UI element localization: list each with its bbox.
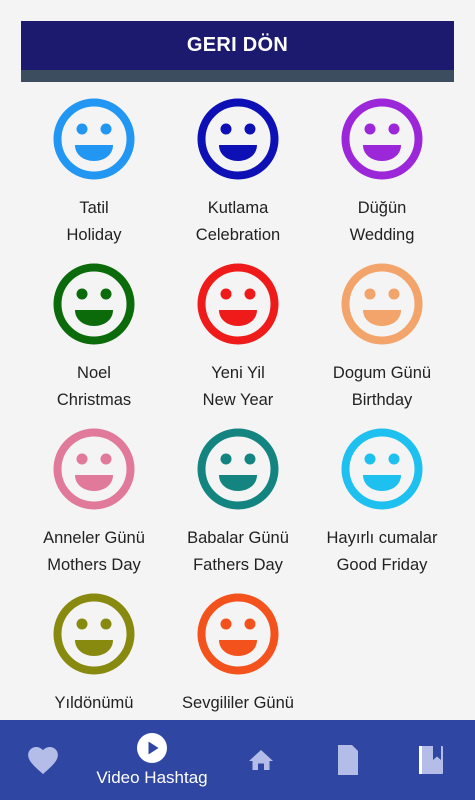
- category-item[interactable]: Noel Christmas: [21, 262, 169, 414]
- nav-page[interactable]: [330, 720, 364, 800]
- item-subtitle: Holiday: [66, 226, 122, 244]
- smiley-icon: [197, 263, 279, 345]
- item-subtitle: Mothers Day: [47, 556, 141, 574]
- item-title: Anneler Günü: [43, 529, 145, 547]
- category-item[interactable]: Kutlama Celebration: [163, 97, 313, 249]
- item-title: Düğün: [357, 199, 407, 217]
- item-title: Yeni Yil: [211, 364, 265, 382]
- bottom-navigation: Video Hashtag: [0, 720, 475, 800]
- category-item[interactable]: Düğün Wedding: [307, 97, 454, 249]
- category-item[interactable]: Babalar Günü Fathers Day: [163, 427, 313, 579]
- category-item[interactable]: Yeni Yil New Year: [163, 262, 313, 414]
- smiley-icon: [341, 98, 423, 180]
- item-title: Tatil: [79, 199, 109, 217]
- category-item[interactable]: Tatil Holiday: [21, 97, 169, 249]
- heart-icon: [28, 746, 58, 775]
- item-title: Dogum Günü: [332, 364, 432, 382]
- category-item[interactable]: Dogum Günü Birthday: [307, 262, 454, 414]
- smiley-icon: [53, 263, 135, 345]
- category-item[interactable]: Anneler Günü Mothers Day: [21, 427, 169, 579]
- item-title: Noel: [77, 364, 111, 382]
- item-subtitle: Birthday: [351, 391, 413, 409]
- item-subtitle: Celebration: [195, 226, 281, 244]
- item-subtitle: Wedding: [349, 226, 415, 244]
- category-item[interactable]: Hayırlı cumalar Good Friday: [307, 427, 454, 579]
- smiley-icon: [53, 98, 135, 180]
- category-item[interactable]: Yıldönümü: [21, 592, 169, 715]
- item-subtitle: Christmas: [56, 391, 132, 409]
- bookmark-icon: [419, 746, 443, 774]
- smiley-icon: [197, 593, 279, 675]
- item-title: Yıldönümü: [54, 694, 134, 712]
- header-bar: GERI DÖN: [21, 21, 454, 82]
- back-button[interactable]: GERI DÖN: [21, 21, 454, 70]
- nav-bookmark[interactable]: [412, 720, 450, 800]
- smiley-icon: [53, 593, 135, 675]
- nav-home[interactable]: [244, 720, 278, 800]
- item-title: Babalar Günü: [187, 529, 289, 547]
- home-icon: [249, 750, 273, 770]
- item-title: Sevgililer Günü: [182, 694, 294, 712]
- nav-video-label: Video Hashtag: [96, 768, 208, 787]
- item-title: Hayırlı cumalar: [326, 529, 438, 547]
- category-grid: Tatil Holiday Kutlama Celebration Düğün Wed…: [21, 97, 454, 715]
- nav-favorites[interactable]: [22, 720, 64, 800]
- smiley-icon: [53, 428, 135, 510]
- nav-video-hashtag[interactable]: Video Hashtag: [86, 720, 218, 800]
- item-subtitle: New Year: [202, 391, 274, 409]
- smiley-icon: [341, 428, 423, 510]
- smiley-icon: [197, 98, 279, 180]
- page-icon: [338, 745, 358, 775]
- category-item[interactable]: Sevgililer Günü: [163, 592, 313, 715]
- item-subtitle: Good Friday: [336, 556, 428, 574]
- item-title: Kutlama: [207, 199, 269, 217]
- item-subtitle: Fathers Day: [193, 556, 283, 574]
- play-circle-icon: [137, 733, 167, 763]
- smiley-icon: [341, 263, 423, 345]
- smiley-icon: [197, 428, 279, 510]
